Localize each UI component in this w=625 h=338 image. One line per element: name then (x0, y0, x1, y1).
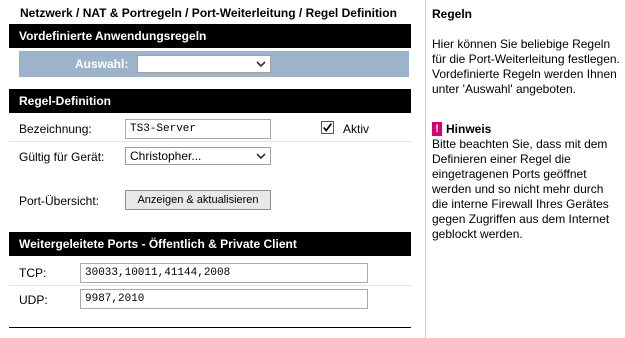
udp-label: UDP: (19, 293, 48, 307)
preset-select-label: Auswahl: (75, 57, 129, 71)
row-divider (9, 141, 411, 142)
sidebar-description: Hier können Sie beliebige Regeln für die… (432, 37, 620, 96)
rule-section-header: Regel-Definition (9, 89, 411, 113)
preset-select[interactable] (137, 55, 271, 73)
name-input[interactable]: TS3-Server (125, 119, 271, 139)
port-overview-label: Port-Übersicht: (19, 194, 100, 208)
tcp-input[interactable]: 30033,10011,41144,2008 (80, 263, 368, 283)
row-divider (9, 285, 411, 286)
preset-section-header: Vordefinierte Anwendungsregeln (9, 24, 411, 48)
exclamation-icon: ! (432, 122, 442, 136)
chevron-down-icon (256, 61, 266, 68)
sidebar-title: Regeln (432, 7, 473, 21)
main-panel: Netzwerk / NAT & Portregeln / Port-Weite… (9, 0, 411, 338)
active-checkbox[interactable] (321, 121, 334, 134)
show-refresh-button[interactable]: Anzeigen & aktualisieren (125, 190, 271, 210)
panel-divider (425, 0, 426, 338)
ports-section-header: Weitergeleitete Ports - Öffentlich & Pri… (9, 232, 411, 256)
name-label: Bezeichnung: (19, 122, 92, 136)
device-label: Gültig für Gerät: (19, 150, 105, 164)
udp-input[interactable]: 9987,2010 (80, 289, 368, 309)
active-label: Aktiv (343, 122, 370, 136)
tcp-label: TCP: (19, 266, 47, 280)
preset-band: Auswahl: (19, 51, 409, 77)
breadcrumb: Netzwerk / NAT & Portregeln / Port-Weite… (20, 6, 397, 20)
hint-title: Hinweis (446, 122, 492, 136)
chevron-down-icon (256, 153, 266, 160)
bottom-rule (9, 327, 411, 328)
device-select-value: Christopher... (130, 149, 202, 163)
device-select[interactable]: Christopher... (125, 147, 271, 165)
hint-text: Bitte beachten Sie, dass mit dem Definie… (432, 137, 610, 241)
checkmark-icon (323, 123, 332, 132)
